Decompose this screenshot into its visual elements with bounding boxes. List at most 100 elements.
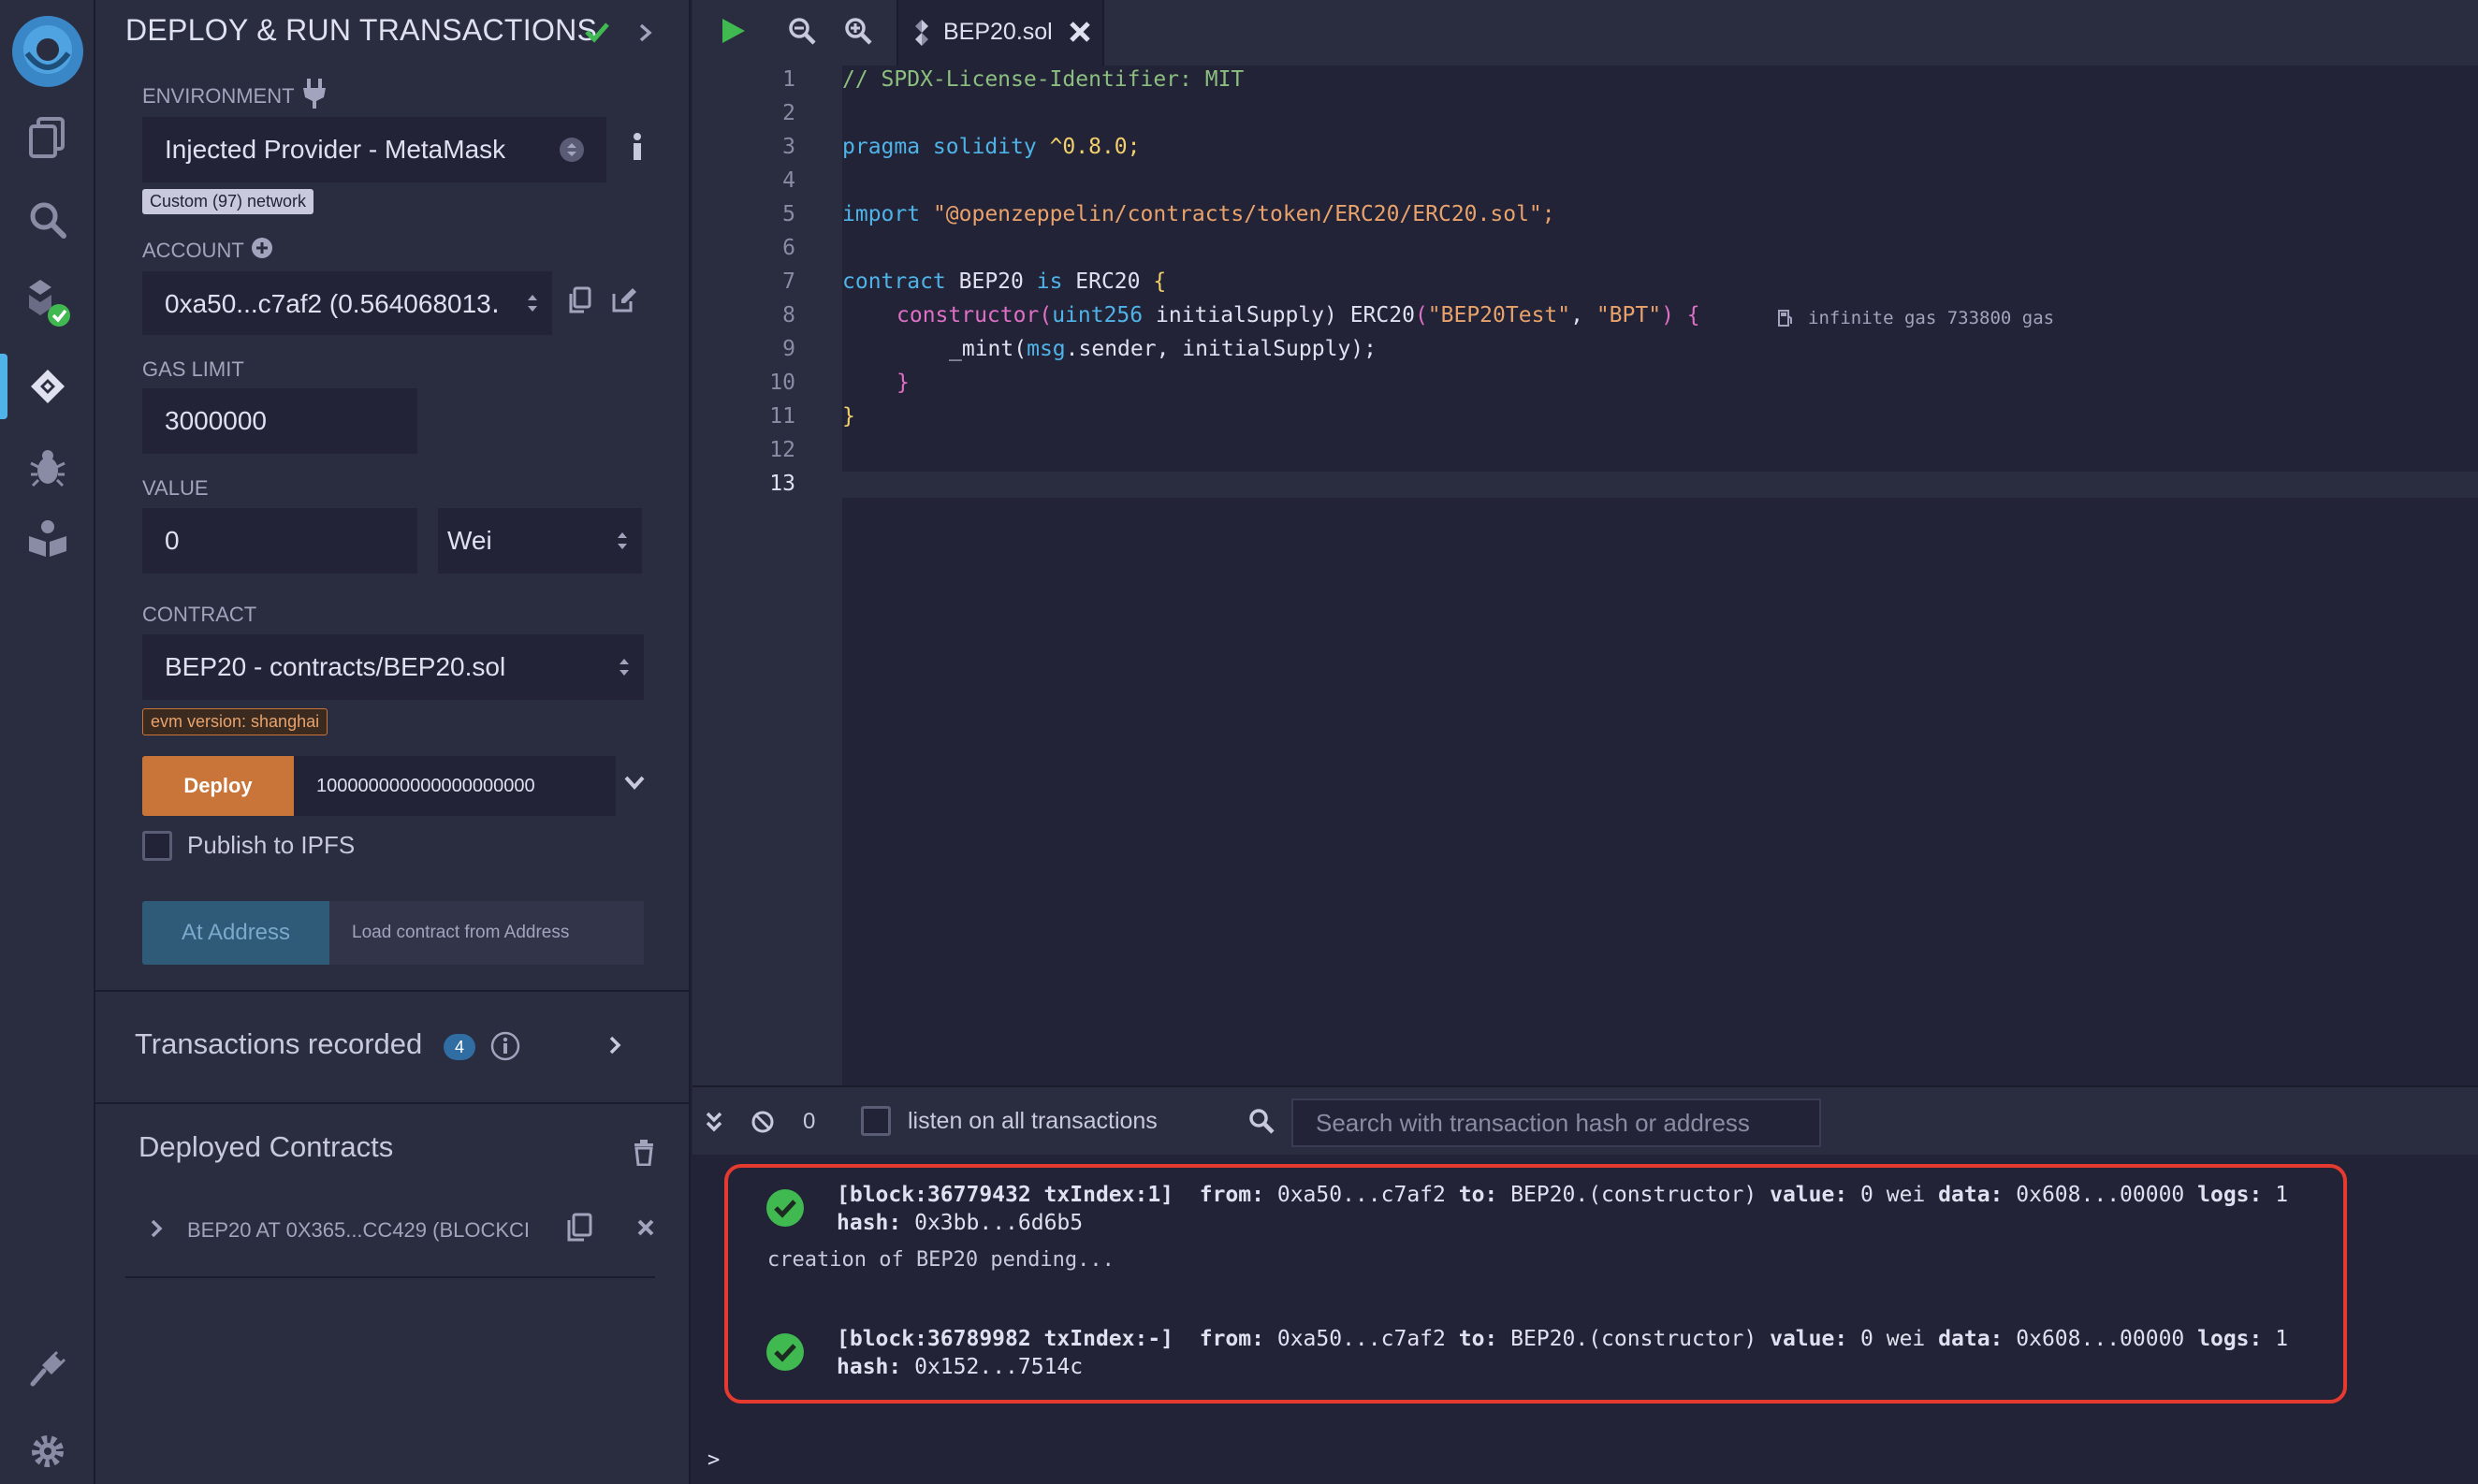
close-tab-icon[interactable]: [1069, 21, 1091, 43]
environment-select[interactable]: Injected Provider - MetaMask: [142, 117, 606, 182]
at-address-button[interactable]: At Address: [142, 901, 329, 965]
tx-search-input[interactable]: Search with transaction hash or address: [1291, 1098, 1821, 1147]
terminal-prompt[interactable]: >: [707, 1448, 720, 1472]
deploy-button[interactable]: Deploy: [142, 756, 294, 816]
listen-all-label: listen on all transactions: [908, 1108, 1158, 1134]
account-select[interactable]: 0xa50...c7af2 (0.564068013․: [142, 271, 552, 335]
info-icon[interactable]: [631, 133, 644, 161]
tx-log-summary: [block:36789982 txIndex:-] from: 0xa50..…: [837, 1327, 2289, 1351]
settings-icon[interactable]: [0, 1419, 95, 1484]
value-label: VALUE: [142, 476, 209, 500]
success-check-icon: [766, 1333, 804, 1371]
line-number: 6: [782, 236, 795, 260]
line-number: 10: [769, 371, 795, 395]
search-icon: [1249, 1109, 1275, 1134]
environment-label: ENVIRONMENT: [142, 84, 295, 108]
code-line[interactable]: contract BEP20 is ERC20 {: [842, 269, 1166, 294]
clear-console-icon[interactable]: [751, 1110, 775, 1134]
line-number: 8: [782, 303, 795, 327]
trash-icon[interactable]: [633, 1140, 655, 1166]
publish-ipfs-checkbox[interactable]: [142, 831, 172, 861]
transactions-recorded-label[interactable]: Transactions recorded: [135, 1027, 422, 1061]
select-arrows-icon: [528, 295, 537, 312]
deployed-contract-label: BEP20 AT 0X365...CC429 (BLOCKCI: [187, 1218, 531, 1242]
zoom-in-icon[interactable]: [844, 17, 872, 45]
search-icon[interactable]: [0, 187, 95, 253]
gas-estimate: infinite gas 733800 gas: [1808, 308, 2055, 328]
tab-filename: BEP20.sol: [943, 19, 1053, 45]
chevron-right-icon[interactable]: [608, 1035, 621, 1055]
contract-label: CONTRACT: [142, 603, 257, 626]
code-line[interactable]: // SPDX-License-Identifier: MIT: [842, 67, 1244, 92]
code-line[interactable]: }: [896, 371, 910, 395]
transactions-count-badge: 4: [444, 1034, 475, 1060]
evm-version-badge: evm version: shanghai: [142, 708, 328, 735]
terminal-toolbar: 0 listen on all transactions Search with…: [692, 1087, 2478, 1155]
line-number: 7: [782, 269, 795, 294]
code-editor: BEP20.sol 1 2 3 4 5 6 7 8 9 10 11 12 13 …: [692, 0, 2478, 1085]
account-label: ACCOUNT: [142, 239, 244, 262]
icon-panel: [0, 0, 95, 1484]
deployed-contract-item[interactable]: BEP20 AT 0X365...CC429 (BLOCKCI: [125, 1198, 655, 1278]
debugger-icon[interactable]: [0, 434, 95, 500]
tx-log-hash: hash: 0x3bb...6d6b5: [837, 1211, 1084, 1235]
deploy-icon[interactable]: [0, 354, 95, 419]
edit-icon[interactable]: [610, 286, 638, 314]
chevron-right-icon[interactable]: [150, 1218, 163, 1239]
info-circle-icon[interactable]: [490, 1031, 520, 1061]
code-line[interactable]: }: [842, 404, 855, 429]
select-arrows-icon: [620, 659, 629, 676]
listen-all-checkbox[interactable]: [861, 1106, 891, 1136]
solidity-icon: [915, 20, 928, 46]
line-number: 1: [782, 67, 795, 92]
line-number: 9: [782, 337, 795, 361]
plugin-icon[interactable]: [0, 1336, 95, 1402]
deploy-run-panel: DEPLOY & RUN TRANSACTIONS ENVIRONMENT In…: [95, 0, 691, 1484]
chevron-down-icon[interactable]: [623, 775, 646, 792]
remix-logo[interactable]: [0, 9, 95, 94]
editor-tabbar: BEP20.sol: [692, 0, 2478, 65]
code-line[interactable]: pragma solidity ^0.8.0;: [842, 135, 1141, 159]
chevron-right-icon[interactable]: [638, 22, 653, 43]
close-icon[interactable]: [636, 1218, 655, 1237]
success-check-icon: [766, 1189, 804, 1227]
copy-icon[interactable]: [565, 1213, 593, 1243]
line-number: 5: [782, 202, 795, 226]
run-icon[interactable]: [721, 17, 747, 45]
terminal-panel: 0 listen on all transactions Search with…: [692, 1085, 2478, 1484]
deploy-args-input[interactable]: 100000000000000000000: [294, 756, 616, 816]
value-unit-select[interactable]: Wei: [438, 508, 642, 574]
deployed-contracts-title: Deployed Contracts: [138, 1130, 394, 1163]
gas-pump-icon: [1778, 310, 1792, 327]
select-arrows-icon: [560, 138, 584, 162]
compiler-icon[interactable]: [0, 269, 95, 335]
plug-icon: [303, 79, 326, 109]
collapse-terminal-icon[interactable]: [706, 1110, 722, 1134]
gas-limit-input[interactable]: 3000000: [142, 388, 417, 454]
select-arrows-icon: [618, 532, 627, 549]
tx-log-summary: [block:36779432 txIndex:1] from: 0xa50..…: [837, 1183, 2289, 1207]
value-input[interactable]: 0: [142, 508, 417, 574]
code-line[interactable]: import "@openzeppelin/contracts/token/ER…: [842, 202, 1555, 226]
verified-check-icon: [585, 22, 609, 43]
contract-select[interactable]: BEP20 - contracts/BEP20.sol: [142, 634, 644, 700]
gas-limit-label: GAS LIMIT: [142, 357, 244, 381]
copy-icon[interactable]: [567, 286, 591, 314]
tab-bep20-sol[interactable]: BEP20.sol: [896, 0, 1104, 65]
file-explorer-icon[interactable]: [0, 105, 95, 170]
line-number: 11: [769, 404, 795, 429]
network-badge: Custom (97) network: [142, 189, 314, 214]
line-number: 12: [769, 438, 795, 462]
code-line[interactable]: constructor(uint256 initialSupply) ERC20…: [896, 303, 1700, 327]
zoom-out-icon[interactable]: [788, 17, 816, 45]
plus-circle-icon[interactable]: [251, 237, 273, 259]
load-contract-address-input[interactable]: Load contract from Address: [329, 901, 644, 965]
current-line-highlight: [842, 472, 2478, 498]
code-line[interactable]: _mint(msg.sender, initialSupply);: [949, 337, 1377, 361]
pending-tx-count: 0: [803, 1109, 816, 1134]
line-number: 3: [782, 135, 795, 159]
divider: [95, 990, 691, 992]
learneth-icon[interactable]: [0, 505, 95, 571]
panel-title: DEPLOY & RUN TRANSACTIONS: [125, 13, 598, 47]
line-number: 4: [782, 168, 795, 193]
